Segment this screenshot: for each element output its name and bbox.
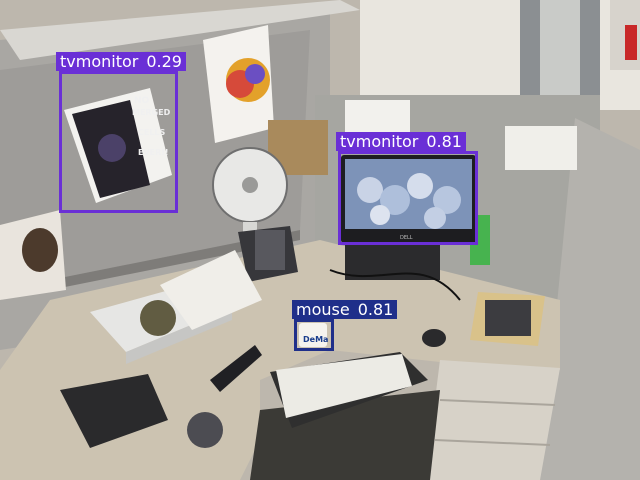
detection-class: tvmonitor xyxy=(60,52,139,71)
detection-box-tvmonitor xyxy=(59,71,178,213)
detection-label-mouse: mouse 0.81 xyxy=(292,300,398,319)
detection-box-mouse xyxy=(294,319,334,351)
detection-score: 0.81 xyxy=(426,132,462,151)
office-cubicle-photo: NO MERGED CELLS EVER!! DELL DeMa tvmonit… xyxy=(0,0,640,480)
detection-class: mouse xyxy=(296,300,350,319)
detection-class: tvmonitor xyxy=(340,132,419,151)
detection-score: 0.81 xyxy=(357,300,394,319)
detection-score: 0.29 xyxy=(146,52,182,71)
detection-label-tvmonitor: tvmonitor 0.81 xyxy=(336,132,466,151)
detection-box-tvmonitor xyxy=(338,151,478,245)
detection-label-tvmonitor: tvmonitor 0.29 xyxy=(56,52,186,71)
